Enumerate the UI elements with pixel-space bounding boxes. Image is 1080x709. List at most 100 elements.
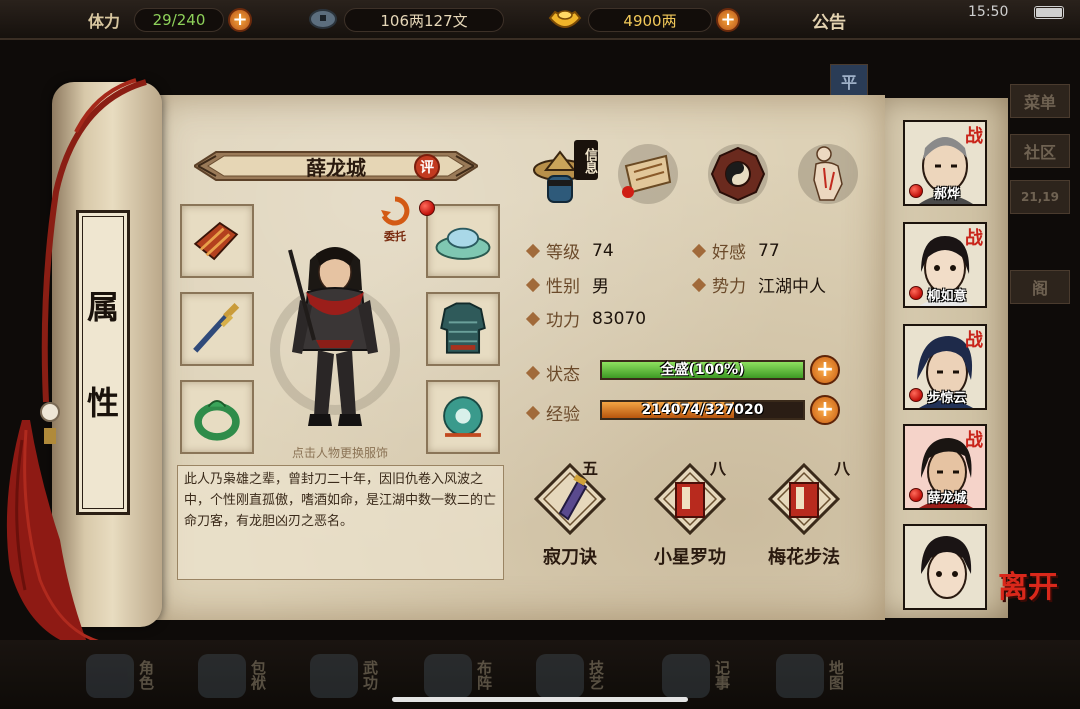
label-char-2: 性 <box>86 384 119 422</box>
stat-level: 等级 74 <box>525 238 614 263</box>
level-value: 74 <box>592 240 614 261</box>
status-text: 全盛(100%) <box>660 362 745 378</box>
stat-exp-label-row: 经验 <box>525 400 592 425</box>
character-bio: 此人乃枭雄之辈，曾封刀二十年，因旧仇卷入风波之中，个性刚直孤傲，嗜酒如命，是江湖… <box>177 465 504 580</box>
bottom-menu-bag[interactable]: 包袱 <box>192 648 302 704</box>
review-button[interactable]: 评 <box>414 154 440 180</box>
hat-alert-dot <box>419 200 435 216</box>
battle-tag: 战 <box>965 330 983 351</box>
level-label: 等级 <box>546 243 580 263</box>
favor-value: 77 <box>758 240 780 261</box>
roster-card[interactable] <box>903 524 987 610</box>
bottom-menu-martial[interactable]: 武功 <box>304 648 414 704</box>
add-exp-button[interactable]: + <box>810 395 840 425</box>
stat-power: 功力 83070 <box>525 306 646 331</box>
bottom-menu-label: 地图 <box>827 660 845 690</box>
side-tab-community[interactable]: 社区 <box>1010 134 1070 168</box>
bottom-menu-journal[interactable]: 记事 <box>656 648 766 704</box>
ingot-value: 4900两 <box>588 8 712 32</box>
gauntlet-icon <box>193 221 239 261</box>
skill-manual-icon <box>534 463 606 535</box>
side-tab-menu[interactable]: 菜单 <box>1010 84 1070 118</box>
skill-book-icon <box>768 463 840 535</box>
roster-card[interactable]: 战 郝烨 <box>903 120 987 206</box>
stat-favor: 好感 77 <box>691 238 780 263</box>
roster-name: 步惊云 <box>927 391 967 406</box>
exp-text: 214074/327020 <box>641 402 764 418</box>
equip-slot-armor[interactable] <box>426 292 500 366</box>
roster-name: 郝烨 <box>933 187 960 202</box>
character-figure[interactable] <box>270 230 400 440</box>
status-clock: 15:50 <box>968 4 1009 20</box>
stamina-value: 29/240 <box>134 8 224 32</box>
scroll-icon[interactable] <box>614 140 682 208</box>
books-icon <box>310 654 358 698</box>
sword-icon <box>193 303 240 353</box>
change-outfit-hint: 点击人物更换服饰 <box>291 446 388 460</box>
info-tab-tag: 信息 <box>574 140 598 180</box>
add-ingot-button[interactable]: + <box>716 8 740 32</box>
stamina-label: 体力 <box>88 12 121 31</box>
side-coords: 21,19 <box>1010 180 1070 214</box>
bottom-menu-formation[interactable]: 布阵 <box>418 648 528 704</box>
skill-name: 小星罗功 <box>654 547 726 568</box>
gender-value: 男 <box>592 277 609 297</box>
bottom-menu-label: 角色 <box>137 660 155 690</box>
gold-ingot-icon <box>548 10 582 28</box>
add-stamina-button[interactable]: + <box>228 8 252 32</box>
roster-name: 柳如意 <box>927 289 967 304</box>
armor-icon <box>440 302 486 354</box>
notice-button[interactable]: 公告 <box>812 8 846 33</box>
status-label: 状态 <box>546 365 580 385</box>
faction-label: 势力 <box>712 277 746 297</box>
bottom-menu-label: 记事 <box>713 660 731 690</box>
meridian-icon[interactable] <box>794 140 862 208</box>
jade-ring-icon <box>194 399 240 441</box>
equip-slot-ring[interactable] <box>180 380 254 454</box>
bagua-icon <box>424 654 472 698</box>
roster-card[interactable]: 战 步惊云 <box>903 324 987 410</box>
journal-icon <box>662 654 710 698</box>
battle-tag: 战 <box>965 430 983 451</box>
side-tab-pavilion[interactable]: 阁 <box>1010 270 1070 304</box>
gender-label: 性别 <box>546 277 580 297</box>
hat-icon <box>435 227 491 260</box>
equip-slot-hat[interactable] <box>426 204 500 278</box>
skill-name: 梅花步法 <box>768 547 840 568</box>
skill-slot-1[interactable]: 五 寂刀诀 <box>520 455 620 575</box>
bottom-menu-label: 武功 <box>361 660 379 690</box>
bottom-menu-craft[interactable]: 技艺 <box>530 648 640 704</box>
bottom-menu-label: 包袱 <box>249 660 267 690</box>
jade-pendant-icon <box>443 396 483 437</box>
battle-tag: 战 <box>965 126 983 147</box>
bagua-icon[interactable] <box>704 140 772 208</box>
faction-value: 江湖中人 <box>758 277 826 297</box>
equip-slot-jade[interactable] <box>426 380 500 454</box>
home-indicator <box>392 697 688 702</box>
skill-slot-2[interactable]: 八 小星罗功 <box>632 455 732 575</box>
favor-label: 好感 <box>712 243 746 263</box>
role-icon <box>86 654 134 698</box>
leave-button[interactable]: 离开 <box>998 562 1058 606</box>
roster-card-selected[interactable]: 战 薛龙城 <box>903 424 987 510</box>
money-value: 106两127文 <box>344 8 504 32</box>
equip-slot-weapon[interactable] <box>180 292 254 366</box>
roster-card[interactable]: 战 柳如意 <box>903 222 987 308</box>
bottom-menu-role[interactable]: 角色 <box>80 648 190 704</box>
power-label: 功力 <box>546 311 580 331</box>
entrust-icon <box>381 196 410 226</box>
bottom-menu-label: 技艺 <box>587 660 605 690</box>
bottom-menu-label: 布阵 <box>475 660 493 690</box>
equip-slot-gauntlet[interactable] <box>180 204 254 278</box>
skill-name: 寂刀诀 <box>543 547 597 568</box>
restore-status-button[interactable]: + <box>810 355 840 385</box>
label-char-1: 属 <box>86 288 119 326</box>
battle-tag: 战 <box>965 228 983 249</box>
side-tab-ping[interactable]: 平 <box>830 64 868 98</box>
coin-icon <box>309 9 337 29</box>
teapot-icon <box>536 654 584 698</box>
skill-slot-3[interactable]: 八 梅花步法 <box>750 455 850 575</box>
bottom-menu-map[interactable]: 地图 <box>770 648 880 704</box>
attribute-label-plaque <box>76 210 130 515</box>
stat-status-label-row: 状态 <box>525 360 592 385</box>
